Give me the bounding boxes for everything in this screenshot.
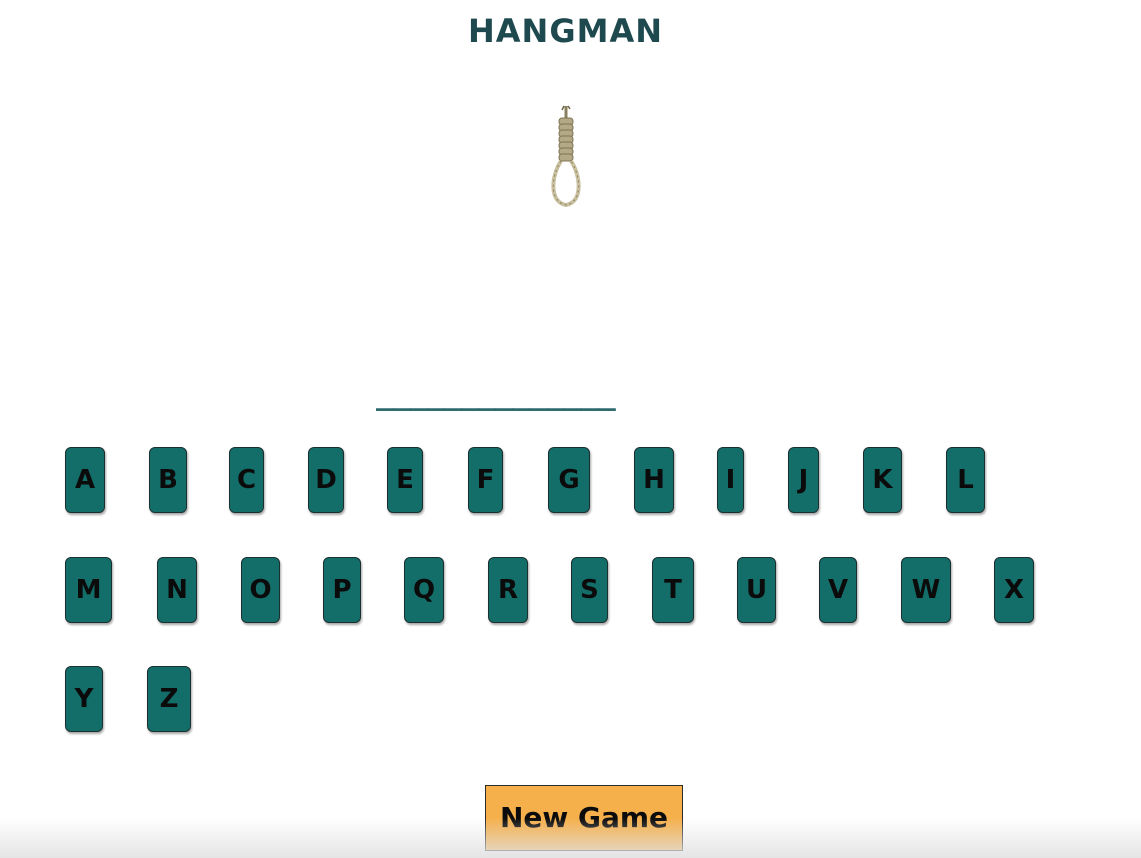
letter-key-j[interactable]: J bbox=[788, 447, 819, 513]
new-game-button[interactable]: New Game bbox=[485, 785, 683, 851]
letter-key-n[interactable]: N bbox=[157, 557, 197, 623]
letter-key-o[interactable]: O bbox=[241, 557, 280, 623]
letter-key-l[interactable]: L bbox=[946, 447, 985, 513]
noose-icon bbox=[551, 105, 581, 208]
hidden-word: ______________ bbox=[376, 378, 616, 412]
letter-key-t[interactable]: T bbox=[652, 557, 694, 623]
letter-key-c[interactable]: C bbox=[229, 447, 264, 513]
letter-key-k[interactable]: K bbox=[863, 447, 902, 513]
letter-key-u[interactable]: U bbox=[737, 557, 776, 623]
letter-key-z[interactable]: Z bbox=[147, 666, 191, 732]
letter-key-g[interactable]: G bbox=[548, 447, 590, 513]
letter-key-a[interactable]: A bbox=[65, 447, 105, 513]
letter-key-b[interactable]: B bbox=[149, 447, 187, 513]
letter-key-e[interactable]: E bbox=[387, 447, 423, 513]
letter-key-f[interactable]: F bbox=[468, 447, 503, 513]
letter-key-y[interactable]: Y bbox=[65, 666, 103, 732]
letter-key-r[interactable]: R bbox=[488, 557, 528, 623]
letter-key-m[interactable]: M bbox=[65, 557, 112, 623]
letter-key-p[interactable]: P bbox=[323, 557, 361, 623]
letter-key-h[interactable]: H bbox=[634, 447, 674, 513]
letter-key-v[interactable]: V bbox=[819, 557, 857, 623]
letter-key-i[interactable]: I bbox=[717, 447, 744, 513]
letter-key-x[interactable]: X bbox=[994, 557, 1034, 623]
letter-key-d[interactable]: D bbox=[308, 447, 344, 513]
letter-key-q[interactable]: Q bbox=[404, 557, 444, 623]
letter-key-s[interactable]: S bbox=[571, 557, 608, 623]
letter-key-w[interactable]: W bbox=[901, 557, 951, 623]
game-title: HANGMAN bbox=[468, 12, 663, 50]
